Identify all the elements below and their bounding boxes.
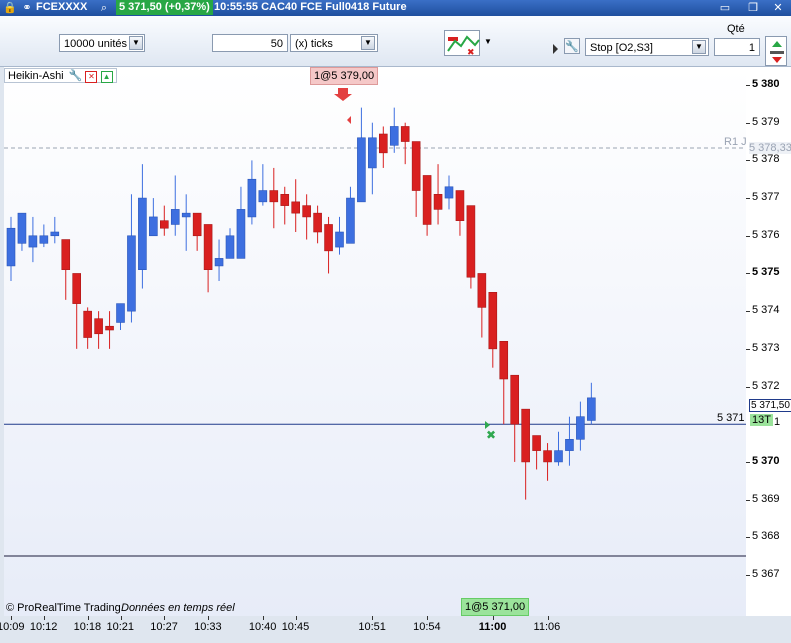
candle-up [127, 235, 136, 312]
candle-down [83, 310, 92, 338]
candle-up [444, 186, 454, 199]
buy-order-text: 1@5 371,00 [465, 601, 526, 613]
candle-up [258, 190, 268, 203]
candle-down [411, 141, 421, 191]
candle-down [324, 224, 333, 252]
candle-up [576, 416, 585, 440]
candle-down [203, 224, 213, 270]
candle-up [335, 231, 344, 248]
candle-up [170, 209, 180, 225]
candle-up [39, 235, 49, 244]
buy-order-label[interactable]: 1@5 371,00 [461, 598, 530, 616]
sell-arrow-icon [334, 88, 352, 101]
candle-down [422, 175, 432, 225]
candle-down [378, 133, 388, 154]
candle-down [521, 408, 530, 463]
candle-down [269, 190, 279, 203]
candle-down [510, 374, 520, 425]
candle-down [302, 205, 311, 218]
sell-order-text: 1@5 379,00 [314, 70, 375, 82]
candle-up [565, 439, 574, 451]
current-price-label: 5 371,50 [749, 399, 791, 412]
candle-down [499, 341, 509, 380]
candle-up [138, 197, 147, 270]
candle-up [17, 212, 27, 244]
candle-up [357, 137, 366, 203]
candle-down [72, 273, 81, 304]
candle-down [192, 212, 202, 237]
sell-order-label[interactable]: 1@5 379,00 [310, 67, 379, 85]
candle-down [61, 239, 71, 270]
candle-up [368, 137, 377, 169]
candle-down [466, 205, 476, 278]
candle-up [554, 450, 563, 463]
candle-up [116, 303, 125, 323]
candle-down [291, 201, 301, 214]
candle-up [225, 235, 235, 259]
position-tag[interactable]: 13T [750, 414, 773, 426]
data-note: Données en temps réel [121, 602, 235, 614]
candle-down [280, 194, 290, 206]
candle-up [587, 397, 596, 421]
candle-up [247, 178, 257, 218]
position-price: 5 371 [717, 412, 745, 424]
candle-up [389, 126, 399, 146]
candle-down [488, 292, 498, 350]
candle-down [477, 273, 487, 308]
position-qty: 1 [774, 416, 781, 428]
candle-down [543, 450, 552, 463]
candle-down [400, 126, 410, 142]
candle-up [28, 235, 38, 248]
candle-up [181, 212, 191, 218]
candle-down [455, 190, 465, 221]
candle-up [214, 258, 224, 267]
copyright-text: © ProRealTime Trading [6, 602, 121, 614]
candle-down [94, 318, 103, 335]
buy-cross-icon: ✖ [486, 428, 496, 442]
candle-down [532, 435, 541, 451]
candle-up [50, 231, 60, 237]
candle-down [160, 220, 169, 229]
candle-up [6, 227, 16, 267]
candle-up [236, 209, 246, 259]
candle-up [346, 197, 355, 244]
r1-label: R1 J [724, 136, 747, 148]
sell-marker-icon [347, 116, 351, 124]
candle-up [149, 216, 158, 237]
candlestick-chart: ✖ [4, 88, 746, 557]
candle-down [313, 212, 322, 233]
candle-down [433, 194, 443, 210]
r1-value: 5 378,33 [749, 142, 791, 154]
candle-down [105, 325, 114, 331]
